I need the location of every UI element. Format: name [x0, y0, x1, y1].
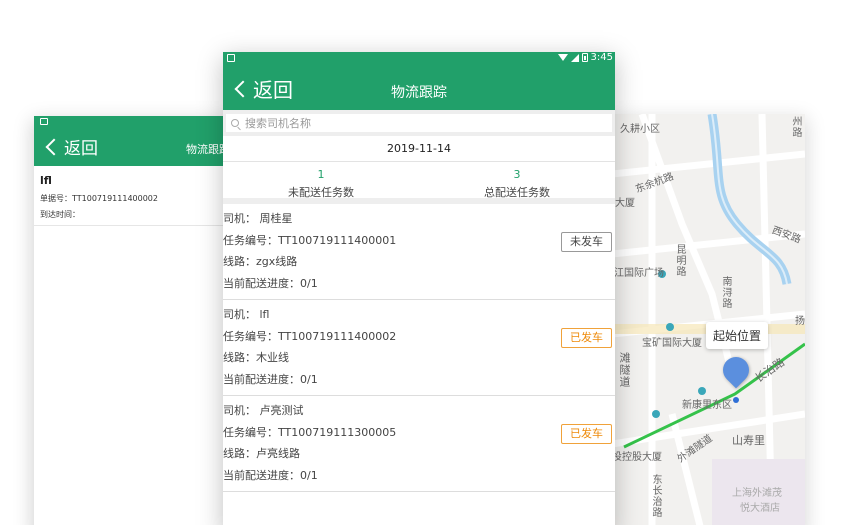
notification-icon	[227, 54, 235, 62]
date-selector[interactable]: 2019-11-14	[223, 136, 615, 162]
task-route: 线路：木业线	[223, 351, 289, 364]
detail-app-bar: 返回 物流跟踪	[34, 116, 234, 166]
notification-icon	[40, 118, 48, 125]
detail-card[interactable]: lfl 单据号：TT100719111400002 到达时间：	[34, 166, 234, 226]
task-progress: 当前配送进度：0/1	[223, 372, 318, 386]
detail-back-button[interactable]: 返回	[44, 134, 98, 159]
search-box[interactable]	[226, 114, 612, 132]
map-label: 滩隧道	[618, 352, 631, 388]
stats-summary: 1 未配送任务数 3 总配送任务数	[223, 162, 615, 204]
task-driver: 司机： 卢亮测试	[223, 404, 304, 417]
task-driver: 司机： lfl	[223, 308, 270, 321]
task-number: 任务编号：TT100719111300005	[223, 425, 397, 439]
task-progress: 当前配送进度：0/1	[223, 276, 318, 290]
waybill-label: 单据号：	[40, 194, 72, 203]
status-badge[interactable]: 已发车	[561, 424, 612, 444]
status-badge[interactable]: 已发车	[561, 328, 612, 348]
map-label: 大厦	[615, 198, 635, 209]
detail-driver-name: lfl	[40, 174, 52, 187]
arrival-label: 到达时间：	[40, 210, 80, 219]
waybill-value: TT100719111400002	[72, 194, 158, 203]
task-item[interactable]: 司机： 周桂星 任务编号：TT100719111400001 线路：zgx线路 …	[223, 204, 615, 300]
stat-value: 1	[317, 168, 325, 181]
search-icon	[231, 119, 239, 127]
task-number: 任务编号：TT100719111400001	[223, 233, 397, 247]
signal-icon	[570, 53, 579, 62]
chevron-left-icon	[45, 138, 63, 155]
stage: 返回 物流跟踪 lfl 单据号：TT100719111400002 到达时间：	[0, 0, 850, 525]
map-label: 州路	[790, 116, 801, 138]
task-progress: 当前配送进度：0/1	[223, 468, 318, 482]
map-label: 东长治路	[650, 474, 661, 518]
map-label: 上海外滩茂	[732, 488, 782, 499]
task-route: 线路：卢亮线路	[223, 447, 300, 460]
stat-label: 总配送任务数	[484, 186, 550, 199]
map-label: 悦大酒店	[740, 503, 780, 514]
detail-back-label: 返回	[64, 139, 98, 159]
battery-icon	[581, 53, 588, 62]
task-item[interactable]: 司机： 卢亮测试 任务编号：TT100719111300005 线路：卢亮线路 …	[223, 396, 615, 492]
wifi-icon	[557, 54, 568, 61]
pin-anchor-dot	[733, 397, 739, 403]
clock: 3:45	[590, 52, 613, 63]
page-title: 物流跟踪	[391, 85, 447, 101]
map-label: 南浔路	[720, 276, 731, 309]
search-input[interactable]	[245, 116, 612, 130]
logistics-tracking-screen: 3:45 返回 物流跟踪 2019-11-14 1 未配送任务数 3	[223, 52, 615, 525]
map-screen-preview: 久耕小区 州路 东余杭路 大厦 西安路 昆明路 江国际广场 南浔路 宝矿国际大厦…	[612, 114, 805, 525]
map-label: 久耕小区	[620, 124, 660, 135]
map-label: 江国际广场	[614, 268, 664, 279]
detail-waybill-row: 单据号：TT100719111400002	[40, 193, 228, 204]
stat-value: 3	[513, 168, 521, 181]
map-label: 山寿里	[732, 434, 765, 447]
stat-undelivered: 1 未配送任务数	[223, 162, 419, 199]
task-number: 任务编号：TT100719111400002	[223, 329, 397, 343]
main-app-bar: 3:45 返回 物流跟踪	[223, 52, 615, 110]
status-bar: 3:45	[223, 52, 615, 66]
stat-label: 未配送任务数	[288, 186, 354, 199]
map-canvas[interactable]	[612, 114, 805, 525]
map-label: 昆明路	[674, 244, 685, 277]
task-item[interactable]: 司机： lfl 任务编号：TT100719111400002 线路：木业线 当前…	[223, 300, 615, 396]
detail-arrival-row: 到达时间：	[40, 209, 228, 220]
start-location-bubble[interactable]: 起始位置	[706, 322, 769, 349]
map-label: 扬	[795, 316, 805, 327]
map-label: 投控股大厦	[612, 452, 662, 463]
search-bar	[223, 110, 615, 136]
detail-screen-preview: 返回 物流跟踪 lfl 单据号：TT100719111400002 到达时间：	[34, 116, 234, 525]
task-driver: 司机： 周桂星	[223, 212, 293, 225]
map-label: 宝矿国际大厦	[642, 338, 702, 349]
stat-total: 3 总配送任务数	[419, 162, 615, 199]
system-indicators: 3:45	[557, 52, 613, 63]
status-badge[interactable]: 未发车	[561, 232, 612, 252]
task-route: 线路：zgx线路	[223, 255, 298, 268]
map-label: 新康里东区	[682, 400, 732, 411]
